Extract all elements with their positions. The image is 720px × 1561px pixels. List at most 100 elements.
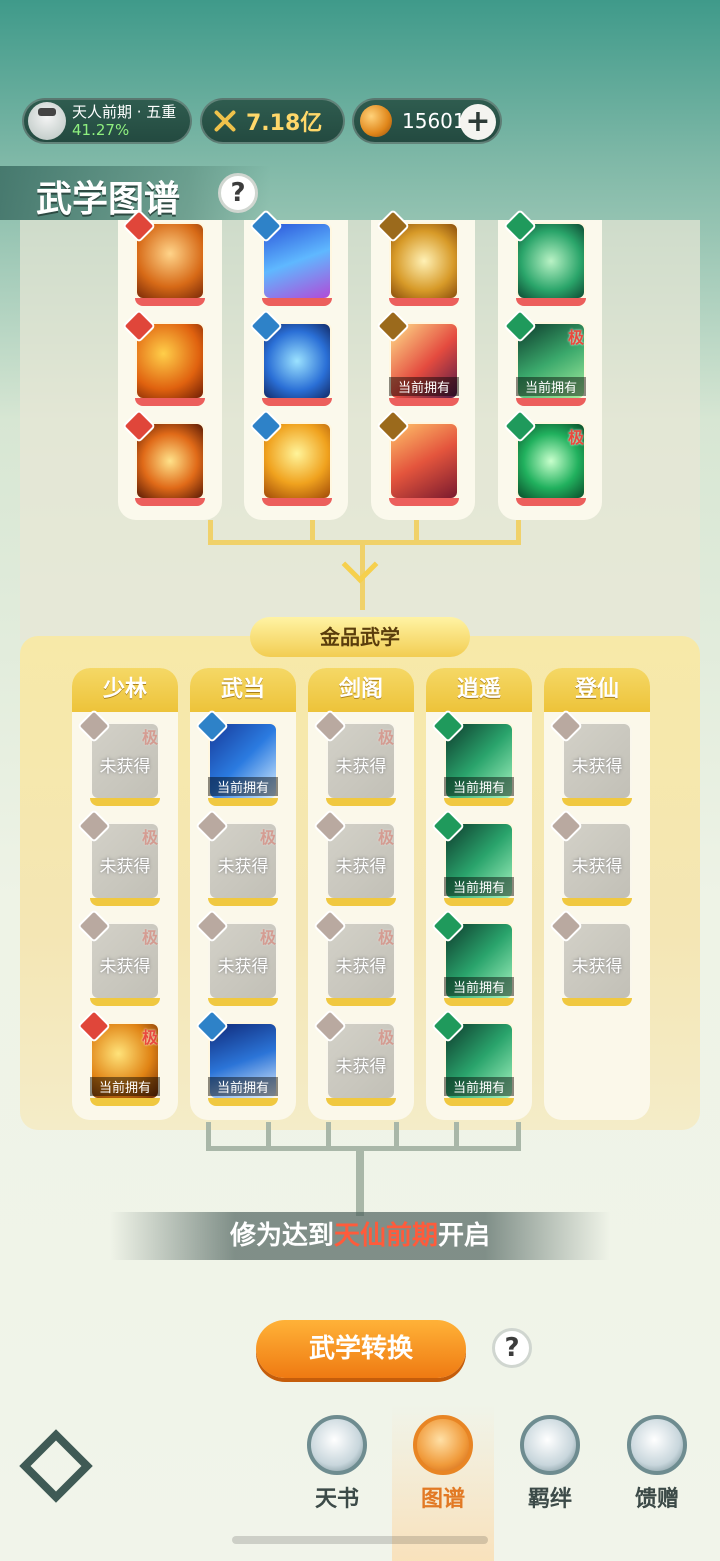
- skill-card[interactable]: 当前拥有: [431, 909, 514, 1006]
- nav-label: 天书: [314, 1487, 359, 1512]
- skill-card[interactable]: 当前拥有: [431, 709, 514, 806]
- skill-card[interactable]: [376, 409, 459, 506]
- skill-convert-button[interactable]: 武学转换: [256, 1320, 466, 1378]
- top-status-bar: 天人前期 · 五重 41.27% 7.18亿 15601 +: [22, 98, 720, 148]
- help-button[interactable]: ?: [218, 173, 258, 213]
- nav-item-jiban[interactable]: 羁绊: [505, 1415, 595, 1525]
- skill-card[interactable]: 极 未获得: [195, 809, 278, 906]
- nav-label: 羁绊: [527, 1487, 572, 1512]
- skill-card[interactable]: 极 未获得: [313, 909, 396, 1006]
- skill-card[interactable]: 极 未获得: [77, 809, 160, 906]
- unlock-requirement: 修为达到天仙前期开启: [110, 1212, 610, 1260]
- ultimate-mark: 极: [377, 828, 394, 847]
- school-title: 武当: [190, 668, 296, 712]
- skill-card[interactable]: 当前拥有: [431, 809, 514, 906]
- add-coins-button[interactable]: +: [460, 104, 496, 140]
- skill-card[interactable]: [249, 309, 332, 406]
- skill-card[interactable]: 极 未获得: [313, 709, 396, 806]
- skill-card[interactable]: 当前拥有: [195, 1009, 278, 1106]
- owned-label: 当前拥有: [208, 777, 278, 796]
- school-title: 逍遥: [426, 668, 532, 712]
- locked-label: 未获得: [217, 857, 269, 877]
- locked-label: 未获得: [99, 857, 151, 877]
- page-title: 武学图谱: [36, 179, 181, 220]
- rank-progress: 41.27%: [72, 121, 130, 139]
- rank-display[interactable]: 天人前期 · 五重 41.27%: [22, 98, 192, 144]
- skill-card[interactable]: [122, 409, 205, 506]
- ultimate-mark: 极: [141, 1028, 158, 1047]
- ultimate-mark: 极: [567, 428, 584, 447]
- locked-label: 未获得: [335, 857, 387, 877]
- map-icon: [413, 1415, 473, 1475]
- skill-card[interactable]: 极 未获得: [195, 909, 278, 1006]
- tree-line: [356, 1146, 364, 1216]
- locked-label: 未获得: [99, 757, 151, 777]
- skill-card[interactable]: 极 未获得: [313, 809, 396, 906]
- nav-label: 馈赠: [634, 1487, 679, 1512]
- skill-card[interactable]: [503, 209, 586, 306]
- skill-card[interactable]: [249, 409, 332, 506]
- skill-card[interactable]: 未获得: [549, 809, 632, 906]
- ultimate-mark: 极: [141, 728, 158, 747]
- coin-icon: [360, 105, 392, 137]
- skill-card[interactable]: 极 当前拥有: [503, 309, 586, 406]
- locked-label: 未获得: [571, 957, 623, 977]
- skill-card[interactable]: 极: [503, 409, 586, 506]
- owned-label: 当前拥有: [444, 877, 514, 896]
- locked-label: 未获得: [335, 1057, 387, 1077]
- owned-label: 当前拥有: [444, 977, 514, 996]
- rank-title: 天人前期 · 五重: [72, 103, 177, 121]
- avatar: [28, 102, 66, 140]
- school-title: 剑阁: [308, 668, 414, 712]
- skill-card[interactable]: [122, 309, 205, 406]
- book-icon: [307, 1415, 367, 1475]
- owned-label: 当前拥有: [444, 1077, 514, 1096]
- power-display[interactable]: 7.18亿: [200, 98, 345, 144]
- skill-card[interactable]: [376, 209, 459, 306]
- requirement-prefix: 修为达到: [229, 1221, 334, 1251]
- gift-bag-icon: [627, 1415, 687, 1475]
- owned-label: 当前拥有: [208, 1077, 278, 1096]
- skill-card[interactable]: 当前拥有: [431, 1009, 514, 1106]
- power-value: 7.18亿: [246, 111, 323, 136]
- skill-card[interactable]: [122, 209, 205, 306]
- logo-icon[interactable]: [19, 1429, 93, 1503]
- ultimate-mark: 极: [259, 828, 276, 847]
- gold-section-title: 金品武学: [250, 617, 470, 657]
- ultimate-mark: 极: [141, 828, 158, 847]
- skill-card[interactable]: 极 未获得: [77, 709, 160, 806]
- nav-item-kuizeng[interactable]: 馈赠: [612, 1415, 702, 1525]
- skill-card[interactable]: 当前拥有: [376, 309, 459, 406]
- ultimate-mark: 极: [567, 328, 584, 347]
- ultimate-mark: 极: [259, 928, 276, 947]
- school-title: 少林: [72, 668, 178, 712]
- skill-card[interactable]: 极 未获得: [77, 909, 160, 1006]
- nav-label: 图谱: [420, 1487, 465, 1512]
- nav-item-tianshu[interactable]: 天书: [292, 1415, 382, 1525]
- ultimate-mark: 极: [141, 928, 158, 947]
- nav-item-tupu[interactable]: 图谱: [398, 1415, 488, 1525]
- skill-card[interactable]: 未获得: [549, 709, 632, 806]
- coin-display[interactable]: 15601 +: [352, 98, 502, 144]
- locked-label: 未获得: [335, 757, 387, 777]
- skill-card[interactable]: [249, 209, 332, 306]
- skill-card[interactable]: 极 当前拥有: [77, 1009, 160, 1106]
- convert-help-button[interactable]: ?: [492, 1328, 532, 1368]
- owned-label: 当前拥有: [516, 377, 586, 396]
- skill-card[interactable]: 未获得: [549, 909, 632, 1006]
- coin-value: 15601: [402, 109, 466, 133]
- requirement-suffix: 开启: [438, 1221, 491, 1251]
- owned-label: 当前拥有: [444, 777, 514, 796]
- requirement-highlight: 天仙前期: [333, 1221, 438, 1251]
- locked-label: 未获得: [99, 957, 151, 977]
- owned-label: 当前拥有: [389, 377, 459, 396]
- ultimate-mark: 极: [377, 728, 394, 747]
- locked-label: 未获得: [335, 957, 387, 977]
- owned-label: 当前拥有: [90, 1077, 160, 1096]
- locked-label: 未获得: [217, 957, 269, 977]
- home-indicator[interactable]: [232, 1536, 488, 1544]
- locked-label: 未获得: [571, 757, 623, 777]
- skill-card[interactable]: 极 未获得: [313, 1009, 396, 1106]
- skill-card[interactable]: 当前拥有: [195, 709, 278, 806]
- ultimate-mark: 极: [377, 1028, 394, 1047]
